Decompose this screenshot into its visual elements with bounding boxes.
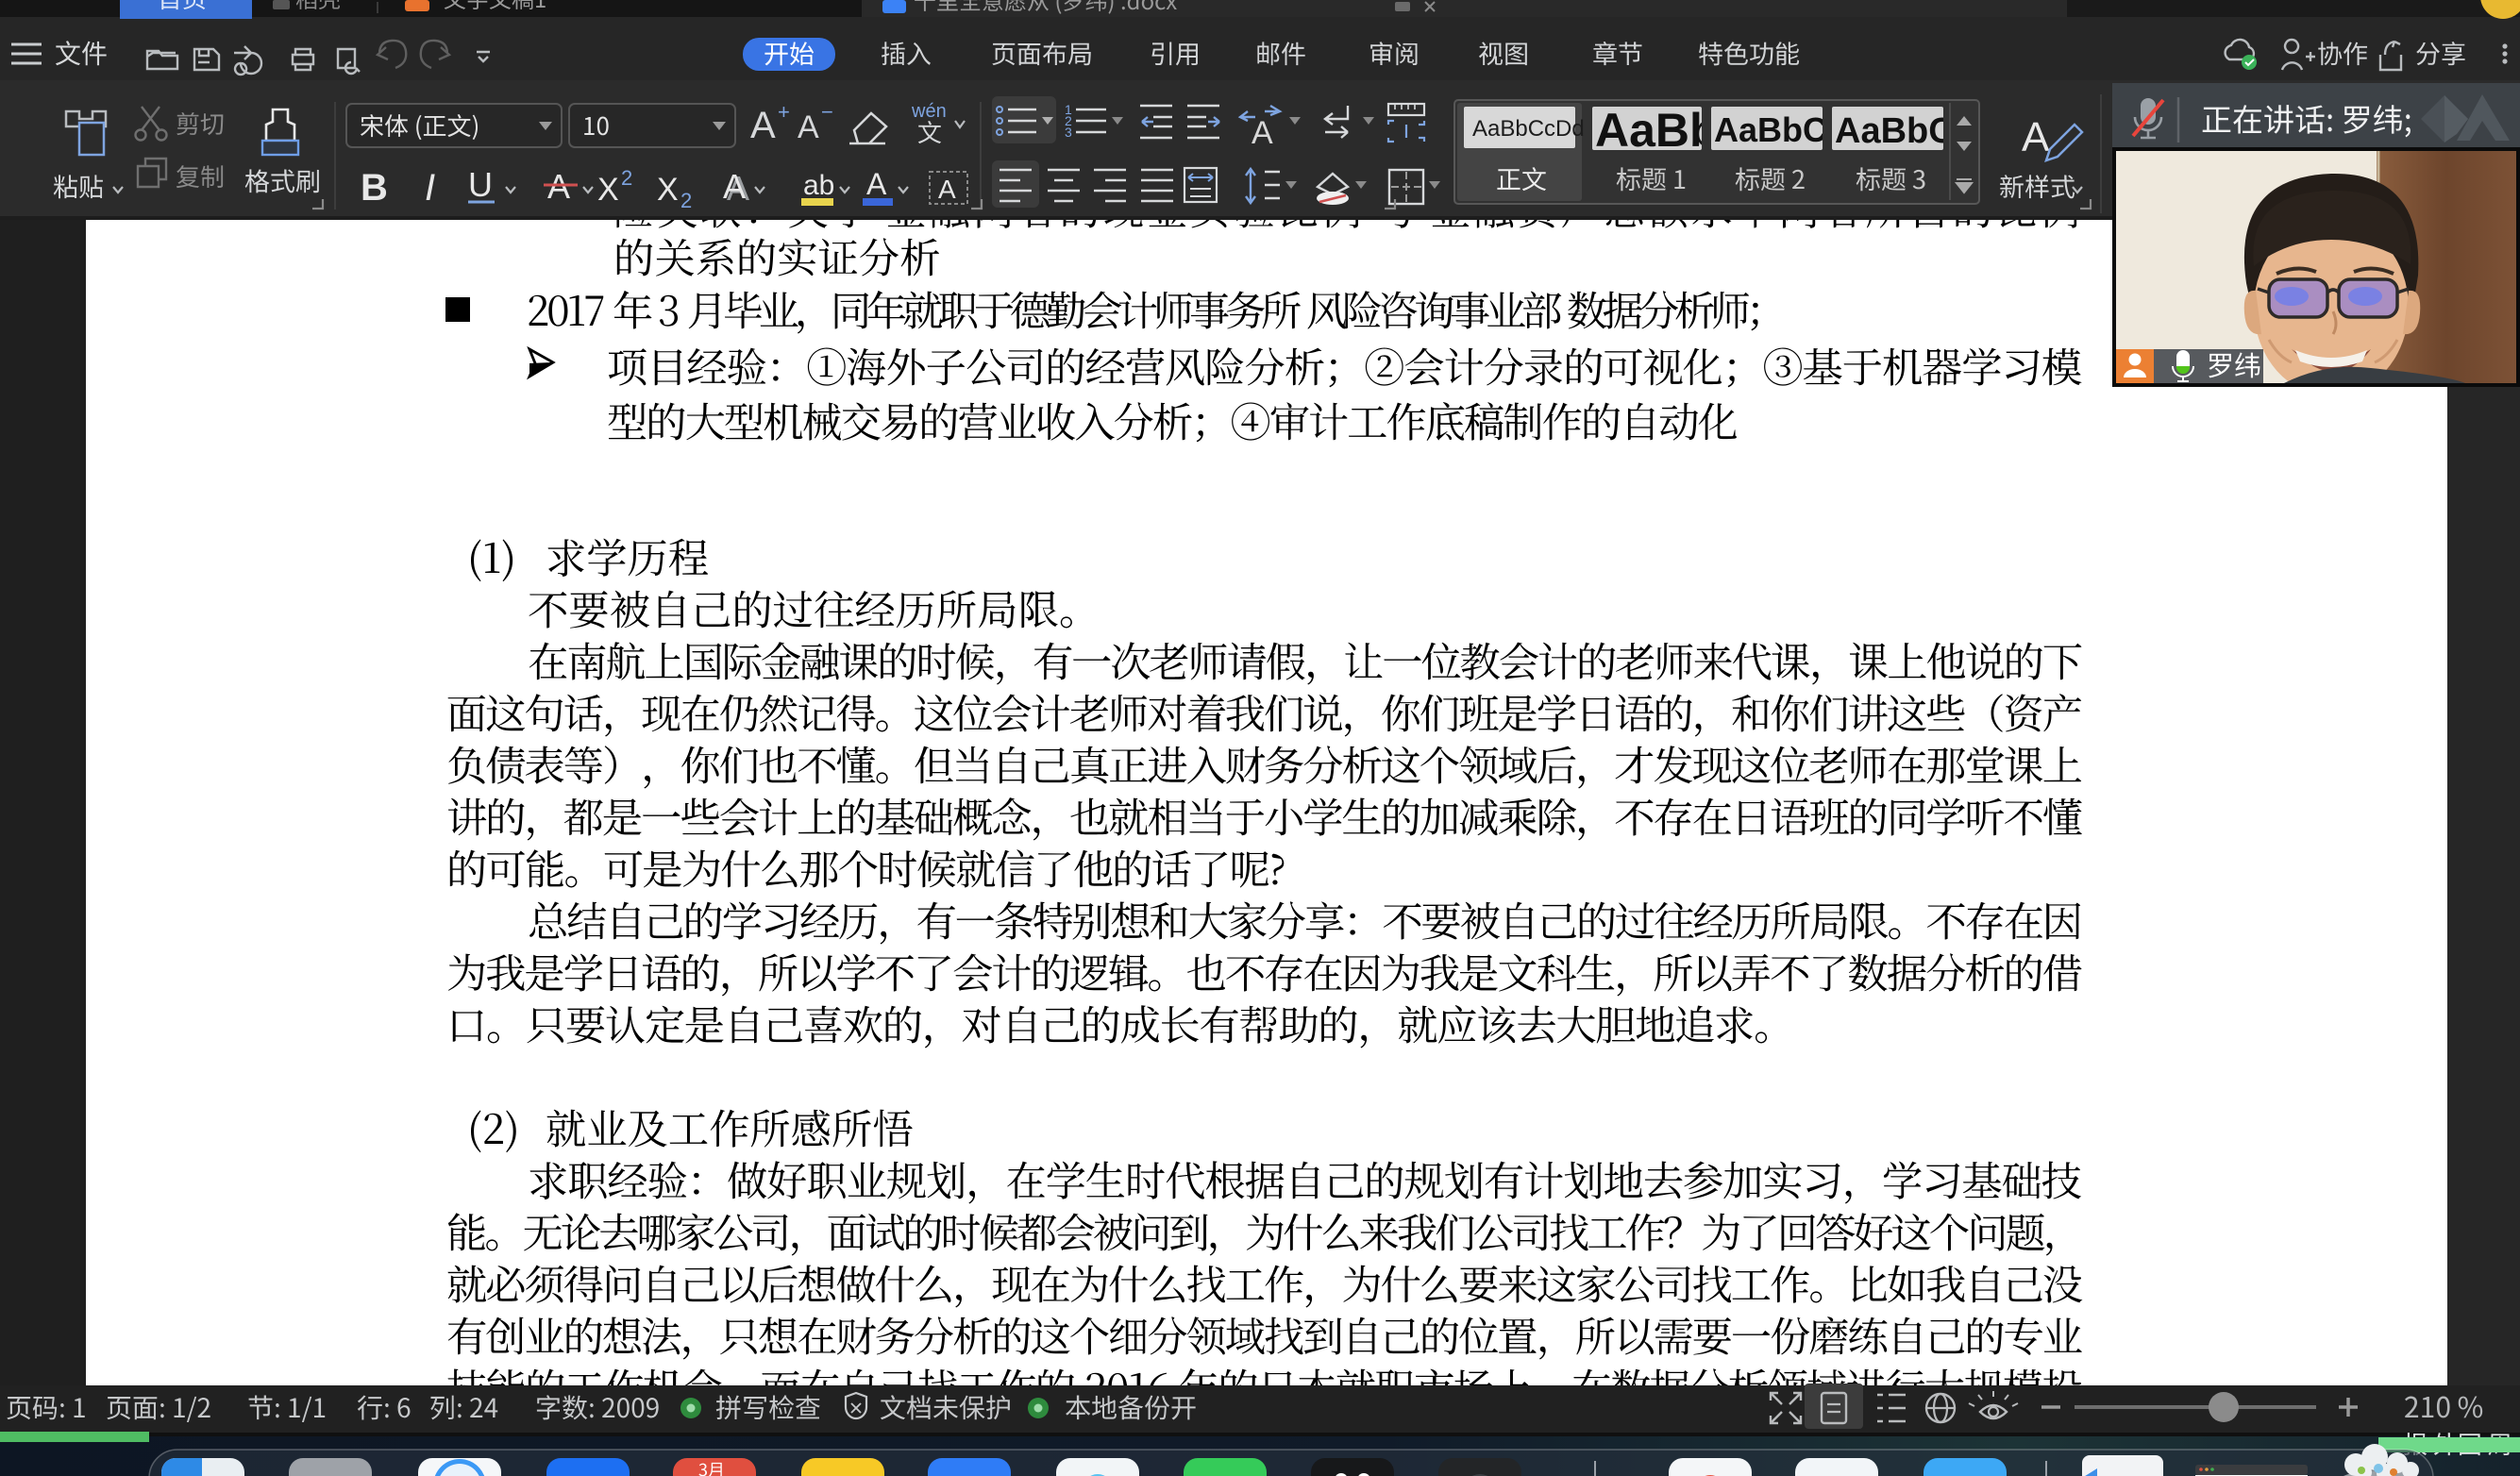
svg-text:A: A bbox=[798, 109, 819, 145]
svg-text:A: A bbox=[723, 167, 746, 206]
svg-text:ab: ab bbox=[803, 170, 834, 201]
svg-text:A: A bbox=[750, 105, 776, 146]
svg-text:A: A bbox=[1252, 115, 1273, 151]
svg-text:X: X bbox=[657, 172, 679, 208]
svg-text:A: A bbox=[2022, 114, 2050, 160]
svg-text:U: U bbox=[468, 165, 493, 204]
svg-text:2: 2 bbox=[680, 189, 692, 212]
svg-text:I: I bbox=[425, 167, 435, 209]
svg-text:3: 3 bbox=[1065, 125, 1072, 140]
svg-text:AaBbCcDd: AaBbCcDd bbox=[1472, 116, 1585, 142]
svg-text:X: X bbox=[597, 172, 619, 208]
svg-text:A: A bbox=[938, 175, 956, 204]
svg-text:B: B bbox=[361, 167, 388, 209]
svg-text:2: 2 bbox=[621, 166, 632, 190]
svg-text:+: + bbox=[778, 100, 790, 124]
svg-text:−: − bbox=[821, 100, 833, 124]
svg-text:A: A bbox=[866, 167, 887, 201]
svg-text:wén: wén bbox=[911, 101, 947, 122]
